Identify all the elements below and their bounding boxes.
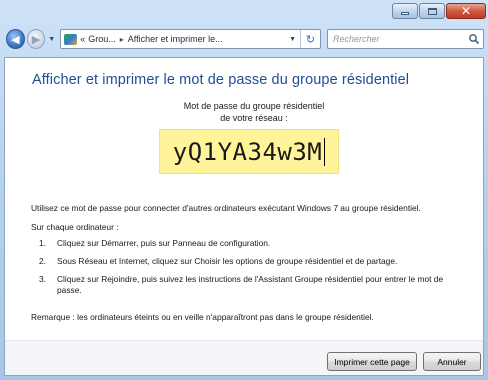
homegroup-password-window: ✕ ◀ ▶ ▼ « Grou... ▸ Afficher et imprimer… xyxy=(0,0,488,380)
step-text: Cliquez sur Démarrer, puis sur Panneau d… xyxy=(57,238,271,248)
print-button[interactable]: Imprimer cette page xyxy=(327,352,417,371)
text-caret xyxy=(324,137,326,166)
step-number: 3. xyxy=(39,274,46,284)
password-label: Mot de passe du groupe résidentiel de vo… xyxy=(5,100,483,124)
recent-pages-dropdown[interactable]: ▼ xyxy=(48,36,55,43)
intro-text: Utilisez ce mot de passe pour connecter … xyxy=(31,203,421,213)
password-value[interactable]: yQ1YA34w3M xyxy=(173,138,323,166)
step-number: 1. xyxy=(39,238,46,248)
caption-buttons: ✕ xyxy=(392,3,486,19)
back-arrow-icon: ◀ xyxy=(11,33,20,46)
list-item: 3. Cliquez sur Rejoindre, puis suivez le… xyxy=(39,274,469,296)
minimize-icon xyxy=(401,12,409,15)
password-label-line1: Mot de passe du groupe résidentiel xyxy=(183,101,325,111)
homegroup-icon xyxy=(64,33,78,45)
steps-list: 1. Cliquez sur Démarrer, puis sur Pannea… xyxy=(39,238,469,303)
close-button[interactable]: ✕ xyxy=(446,3,486,19)
note-text: Remarque : les ordinateurs éteints ou en… xyxy=(31,312,374,322)
list-item: 1. Cliquez sur Démarrer, puis sur Pannea… xyxy=(39,238,469,249)
password-display[interactable]: yQ1YA34w3M xyxy=(159,129,339,174)
breadcrumb-separator[interactable]: ▸ xyxy=(120,35,124,44)
breadcrumb-prefix[interactable]: « xyxy=(80,34,85,44)
search-input[interactable] xyxy=(333,34,483,44)
step-text: Sous Réseau et Internet, cliquez sur Cho… xyxy=(57,256,398,266)
maximize-icon xyxy=(427,7,437,15)
password-label-line2: de votre réseau : xyxy=(220,113,288,123)
address-bar[interactable]: « Grou... ▸ Afficher et imprimer le... ▼… xyxy=(60,29,321,49)
page-title: Afficher et imprimer le mot de passe du … xyxy=(32,72,410,88)
content-pane: Afficher et imprimer le mot de passe du … xyxy=(4,57,484,376)
step-text: Cliquez sur Rejoindre, puis suivez les i… xyxy=(57,274,444,295)
forward-button[interactable]: ▶ xyxy=(26,29,46,49)
maximize-button[interactable] xyxy=(419,3,445,19)
each-computer-text: Sur chaque ordinateur : xyxy=(31,222,119,232)
search-box[interactable] xyxy=(327,29,484,49)
list-item: 2. Sous Réseau et Internet, cliquez sur … xyxy=(39,256,469,267)
back-button[interactable]: ◀ xyxy=(6,29,25,49)
breadcrumb-current[interactable]: Afficher et imprimer le... xyxy=(128,34,223,44)
cancel-button[interactable]: Annuler xyxy=(423,352,481,371)
close-icon: ✕ xyxy=(460,4,472,18)
step-number: 2. xyxy=(39,256,46,266)
refresh-icon: ↻ xyxy=(305,33,316,46)
minimize-button[interactable] xyxy=(392,3,418,19)
breadcrumb-parent[interactable]: Grou... xyxy=(88,34,116,44)
forward-arrow-icon: ▶ xyxy=(31,33,41,46)
search-icon[interactable] xyxy=(468,33,480,45)
refresh-button[interactable]: ↻ xyxy=(300,30,320,48)
address-dropdown-icon[interactable]: ▼ xyxy=(289,36,296,43)
navigation-bar: ◀ ▶ ▼ « Grou... ▸ Afficher et imprimer l… xyxy=(6,26,484,52)
